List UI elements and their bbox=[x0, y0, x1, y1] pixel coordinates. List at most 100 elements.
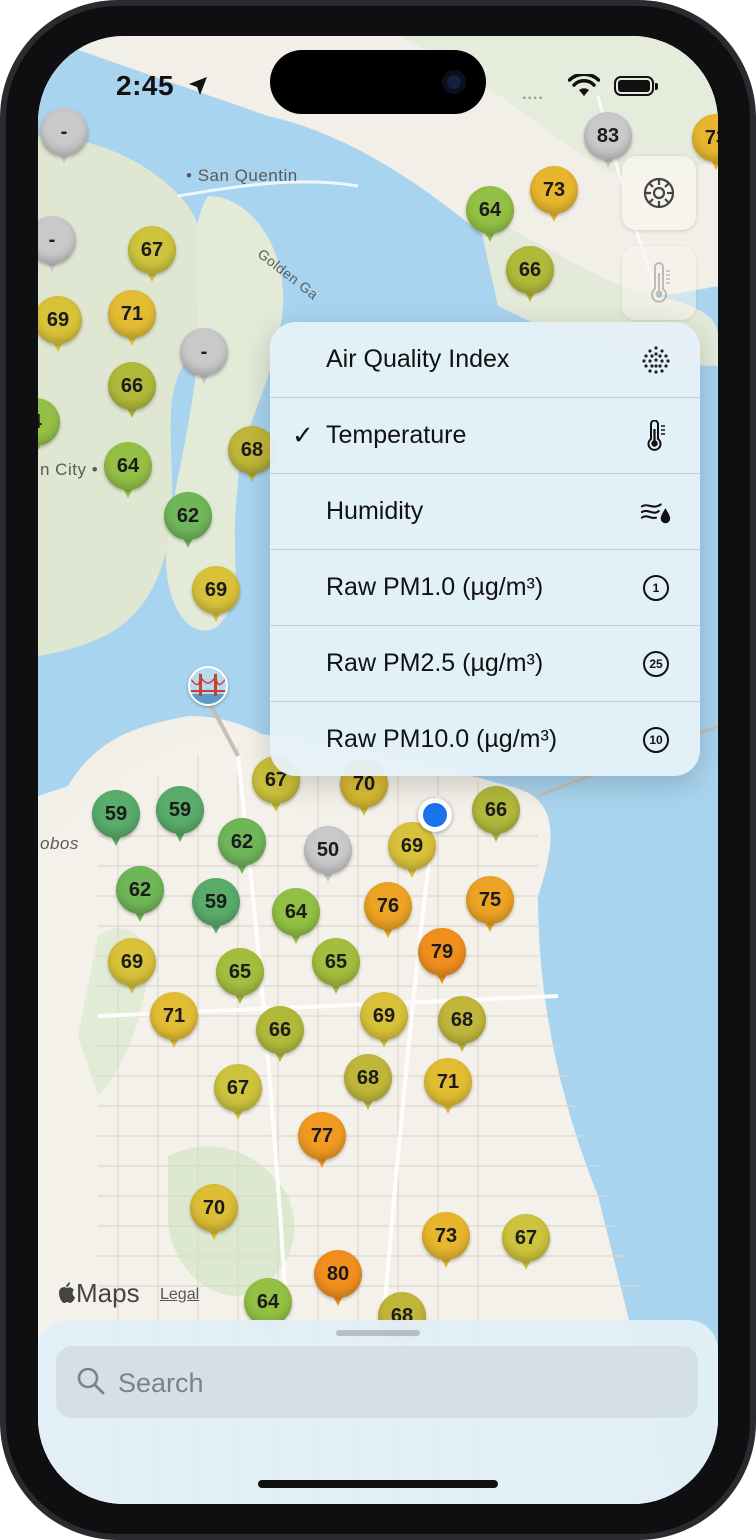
pin-value: 80 bbox=[326, 1263, 350, 1285]
menu-item-label: Air Quality Index bbox=[326, 345, 510, 373]
sensor-pin[interactable]: 64 bbox=[104, 442, 152, 506]
menu-item-pm25[interactable]: Raw PM2.5 (µg/m³) 25 bbox=[270, 626, 700, 702]
bottom-sheet[interactable]: Search bbox=[38, 1320, 718, 1504]
pin-value: 65 bbox=[324, 951, 348, 973]
place-label-san-quentin: • San Quentin bbox=[186, 166, 298, 185]
sensor-pin[interactable]: 73 bbox=[530, 166, 578, 230]
sensor-pin[interactable]: 67 bbox=[128, 226, 176, 290]
screen: • San Quentin Golden Ga n City • obos --… bbox=[38, 36, 718, 1504]
sensor-pin[interactable]: 69 bbox=[38, 296, 82, 360]
sensor-pin[interactable]: 65 bbox=[216, 948, 264, 1012]
sensor-pin[interactable]: 73 bbox=[422, 1212, 470, 1276]
pin-value: 68 bbox=[356, 1067, 380, 1089]
badge-text: 1 bbox=[643, 575, 669, 601]
sensor-pin[interactable]: 76 bbox=[364, 882, 412, 946]
sensor-pin[interactable]: - bbox=[180, 328, 228, 392]
place-name: San Quentin bbox=[197, 166, 298, 185]
search-icon bbox=[77, 1367, 105, 1395]
pin-value: 69 bbox=[372, 1005, 396, 1027]
pin-value: 64 bbox=[478, 199, 502, 221]
sensor-pin[interactable]: 62 bbox=[218, 818, 266, 882]
checkmark-icon: ✓ bbox=[292, 420, 314, 450]
menu-item-label: Raw PM2.5 (µg/m³) bbox=[326, 649, 544, 677]
legal-link[interactable]: Legal bbox=[160, 1286, 199, 1304]
sensor-pin[interactable]: 71 bbox=[150, 992, 198, 1056]
menu-item-label: Temperature bbox=[326, 421, 467, 449]
sensor-pin[interactable]: 62 bbox=[164, 492, 212, 556]
pin-value: 50 bbox=[316, 839, 340, 861]
dynamic-island bbox=[270, 50, 486, 114]
sensor-pin[interactable]: 69 bbox=[192, 566, 240, 630]
sensor-pin[interactable]: 71 bbox=[424, 1058, 472, 1122]
volume-up-button bbox=[0, 330, 4, 430]
sensor-pin[interactable]: 69 bbox=[360, 992, 408, 1056]
sensor-pin[interactable]: 65 bbox=[312, 938, 360, 1002]
sensor-pin[interactable]: - bbox=[40, 108, 88, 172]
golden-gate-bridge-icon[interactable] bbox=[188, 666, 228, 706]
power-button bbox=[752, 490, 756, 640]
pin-value: 70 bbox=[352, 773, 376, 795]
pin-value: 69 bbox=[400, 835, 424, 857]
sensor-pin[interactable]: 66 bbox=[506, 246, 554, 310]
place-label-lobos: obos bbox=[40, 834, 79, 853]
signal-dots: .... bbox=[522, 86, 544, 103]
settings-button[interactable] bbox=[622, 156, 696, 230]
sensor-pin[interactable]: 79 bbox=[418, 928, 466, 992]
circle-10-icon: 10 bbox=[640, 724, 672, 756]
pin-value: - bbox=[60, 121, 68, 143]
layer-button[interactable] bbox=[622, 246, 696, 320]
sensor-pin[interactable]: 64 bbox=[466, 186, 514, 250]
sensor-pin[interactable]: 70 bbox=[190, 1184, 238, 1248]
pin-value: 59 bbox=[168, 799, 192, 821]
sensor-pin[interactable]: 80 bbox=[314, 1250, 362, 1314]
place-name: n City bbox=[40, 460, 87, 479]
sensor-pin[interactable]: 4 bbox=[38, 398, 60, 462]
sensor-pin[interactable]: 68 bbox=[438, 996, 486, 1060]
pin-value: 67 bbox=[140, 239, 164, 261]
menu-item-pm10[interactable]: Raw PM10.0 (µg/m³) 10 bbox=[270, 702, 700, 776]
user-location-dot[interactable] bbox=[418, 798, 452, 832]
pin-value: 64 bbox=[256, 1291, 280, 1313]
sensor-pin[interactable]: 66 bbox=[256, 1006, 304, 1070]
menu-item-label: Raw PM1.0 (µg/m³) bbox=[326, 573, 544, 601]
pin-value: 77 bbox=[310, 1125, 334, 1147]
apple-logo-icon bbox=[59, 1282, 75, 1303]
menu-item-humidity[interactable]: Humidity bbox=[270, 474, 700, 550]
pin-value: 69 bbox=[120, 951, 144, 973]
sensor-pin[interactable]: 68 bbox=[344, 1054, 392, 1118]
home-indicator[interactable] bbox=[258, 1480, 498, 1488]
sensor-pin[interactable]: 69 bbox=[108, 938, 156, 1002]
badge-text: 10 bbox=[643, 727, 669, 753]
sensor-pin[interactable]: 66 bbox=[108, 362, 156, 426]
pin-value: 73 bbox=[434, 1225, 458, 1247]
sensor-pin[interactable]: 62 bbox=[116, 866, 164, 930]
pin-value: 71 bbox=[436, 1071, 460, 1093]
camera-icon bbox=[442, 70, 466, 94]
menu-item-pm1[interactable]: Raw PM1.0 (µg/m³) 1 bbox=[270, 550, 700, 626]
sensor-pin[interactable]: 75 bbox=[466, 876, 514, 940]
pin-value: 66 bbox=[484, 799, 508, 821]
sensor-pin[interactable]: 77 bbox=[298, 1112, 346, 1176]
menu-item-temperature[interactable]: ✓ Temperature bbox=[270, 398, 700, 474]
status-time: 2:45 bbox=[116, 70, 175, 101]
sensor-pin[interactable]: 50 bbox=[304, 826, 352, 890]
sensor-pin[interactable]: 66 bbox=[472, 786, 520, 850]
search-field[interactable]: Search bbox=[56, 1346, 698, 1418]
sensor-pin[interactable]: 59 bbox=[156, 786, 204, 850]
pin-value: 69 bbox=[46, 309, 70, 331]
sensor-pin[interactable]: 68 bbox=[228, 426, 276, 490]
pin-value: 83 bbox=[596, 125, 620, 147]
sheet-grabber[interactable] bbox=[336, 1330, 420, 1336]
sensor-pin[interactable]: 59 bbox=[92, 790, 140, 854]
sensor-pin[interactable]: 69 bbox=[388, 822, 436, 886]
sensor-pin[interactable]: - bbox=[38, 216, 76, 280]
pin-value: 69 bbox=[204, 579, 228, 601]
sensor-pin[interactable]: 67 bbox=[214, 1064, 262, 1128]
sensor-pin[interactable]: 67 bbox=[502, 1214, 550, 1278]
humidity-icon bbox=[640, 496, 672, 528]
badge-text: 25 bbox=[643, 651, 669, 677]
sensor-pin[interactable]: 59 bbox=[192, 878, 240, 942]
menu-item-label: Humidity bbox=[326, 497, 424, 525]
sensor-pin[interactable]: 71 bbox=[108, 290, 156, 354]
menu-item-aqi[interactable]: Air Quality Index bbox=[270, 322, 700, 398]
